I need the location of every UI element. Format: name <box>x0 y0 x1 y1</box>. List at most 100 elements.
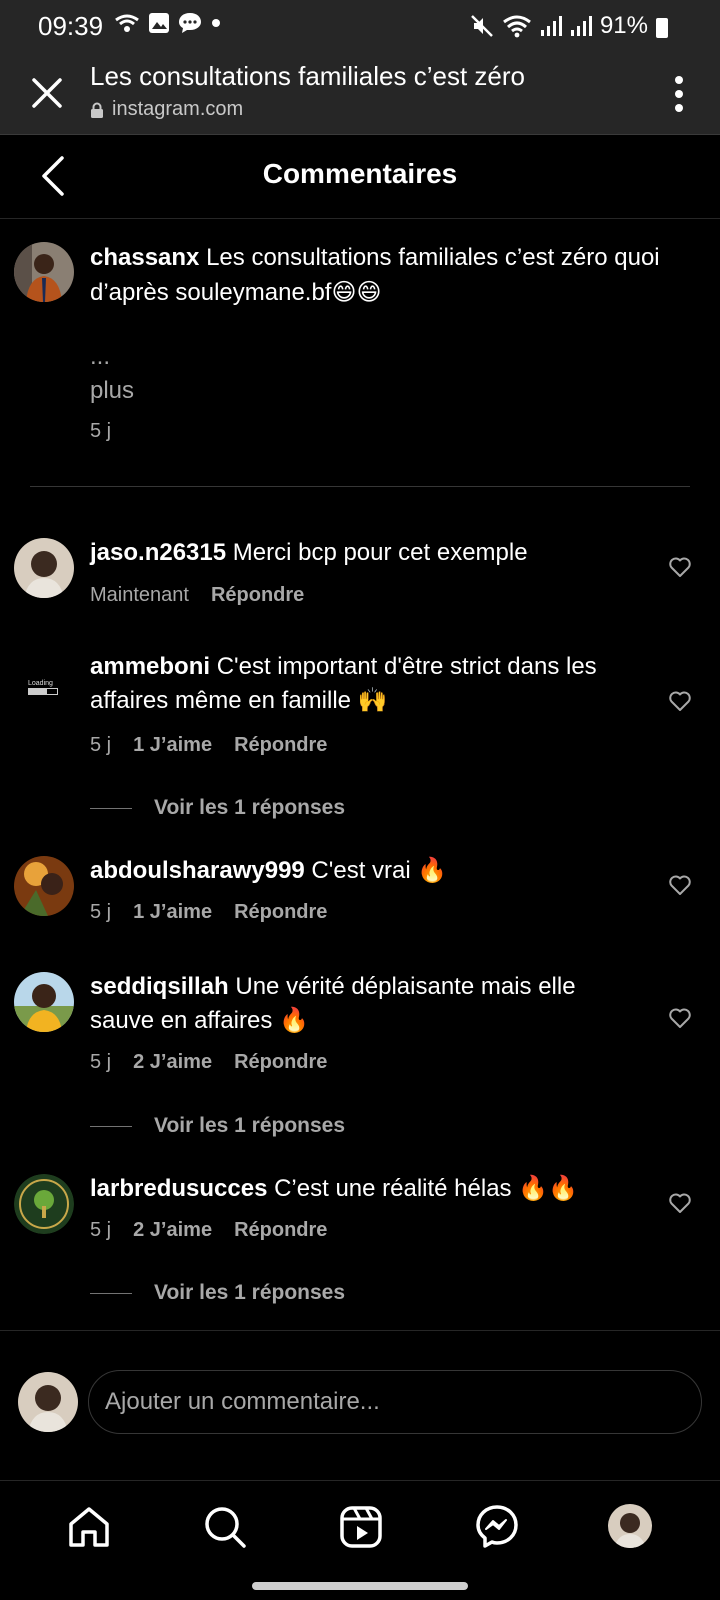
like-heart-icon[interactable] <box>668 690 692 712</box>
comment-meta: 5 j 1 J’aime Répondre <box>90 901 349 924</box>
likes-count[interactable]: 2 J’aime <box>133 1219 212 1242</box>
comment-text: seddiqsillah Une vérité déplaisante mais… <box>90 970 640 1038</box>
page-title: Commentaires <box>262 158 458 189</box>
search-icon[interactable] <box>202 1504 248 1550</box>
username[interactable]: seddiqsillah <box>90 973 229 1000</box>
home-indicator[interactable] <box>252 1582 468 1590</box>
likes-count[interactable]: 1 J’aime <box>133 734 212 757</box>
close-icon[interactable] <box>26 72 68 114</box>
messenger-icon[interactable] <box>474 1504 520 1550</box>
likes-count[interactable]: 1 J’aime <box>133 901 212 924</box>
profile-avatar[interactable] <box>608 1504 652 1548</box>
comment-input[interactable] <box>88 1370 702 1434</box>
current-user-avatar <box>18 1372 78 1432</box>
comment-meta: Maintenant Répondre <box>90 584 326 607</box>
like-heart-icon[interactable] <box>668 1192 692 1214</box>
timestamp: 5 j <box>90 1219 112 1241</box>
reply-button[interactable]: Répondre <box>234 1051 327 1074</box>
username[interactable]: jaso.n26315 <box>90 539 226 566</box>
comment-text: larbredusucces C’est une réalité hélas 🔥… <box>90 1172 630 1206</box>
avatar-image <box>14 856 74 916</box>
avatar[interactable] <box>14 242 74 302</box>
wifi-call-icon <box>115 14 139 32</box>
avatar-image <box>18 1372 78 1432</box>
status-right: 91% <box>470 12 668 40</box>
replies-line <box>90 1292 132 1294</box>
avatar-loading-text: Loading <box>28 680 53 687</box>
lock-icon <box>91 102 103 118</box>
timestamp: 5 j <box>90 901 112 923</box>
username[interactable]: larbredusucces <box>90 1175 267 1202</box>
message-icon <box>179 13 201 33</box>
username[interactable]: ammeboni <box>90 653 210 680</box>
dot-icon <box>212 19 220 27</box>
loading-bar <box>28 688 58 695</box>
caption-ellipsis: ... <box>90 343 111 370</box>
divider <box>0 1480 720 1481</box>
like-heart-icon[interactable] <box>668 556 692 578</box>
comment-body: C'est vrai 🔥 <box>304 857 448 884</box>
browser-page-title: Les consultations familiales c’est zéro <box>90 61 525 91</box>
reply-button[interactable]: Répondre <box>234 734 327 757</box>
avatar-image <box>14 1174 74 1234</box>
reply-button[interactable]: Répondre <box>234 1219 327 1242</box>
url-text: instagram.com <box>112 98 244 120</box>
comment-text: abdoulsharawy999 C'est vrai 🔥 <box>90 854 630 888</box>
divider <box>0 1330 720 1331</box>
reply-button[interactable]: Répondre <box>211 584 304 607</box>
battery-icon <box>656 18 668 38</box>
status-left-icons <box>114 12 222 34</box>
avatar[interactable] <box>14 972 74 1032</box>
like-heart-icon[interactable] <box>668 874 692 896</box>
more-link[interactable]: plus <box>90 377 134 405</box>
view-replies-button[interactable]: Voir les 1 réponses <box>90 1114 345 1138</box>
replies-line <box>90 807 132 809</box>
avatar-image <box>14 538 74 598</box>
timestamp: 5 j <box>90 734 112 756</box>
signal-icon <box>570 16 592 36</box>
avatar[interactable] <box>14 1174 74 1234</box>
likes-count[interactable]: 2 J’aime <box>133 1051 212 1074</box>
comment-body: C’est une réalité hélas 🔥🔥 <box>267 1175 578 1202</box>
view-replies-button[interactable]: Voir les 1 réponses <box>90 1281 345 1305</box>
caption-text: chassanx Les consultations familiales c’… <box>90 240 714 310</box>
view-replies-label: Voir les 1 réponses <box>154 796 346 819</box>
mute-icon <box>471 15 493 37</box>
username[interactable]: chassanx <box>90 244 199 271</box>
divider <box>30 486 690 487</box>
status-bar: 09:39 91% <box>0 0 720 52</box>
wifi-icon <box>503 15 531 38</box>
browser-toolbar: Les consultations familiales c’est zéro … <box>0 52 720 135</box>
battery-percentage: 91% <box>599 12 648 39</box>
like-heart-icon[interactable] <box>668 1007 692 1029</box>
view-replies-button[interactable]: Voir les 1 réponses <box>90 796 345 820</box>
username[interactable]: abdoulsharawy999 <box>90 857 305 884</box>
avatar[interactable]: Loading <box>28 680 62 695</box>
status-time: 09:39 <box>38 11 104 41</box>
comment-meta: 5 j 2 J’aime Répondre <box>90 1219 349 1242</box>
reels-icon[interactable] <box>338 1504 384 1550</box>
browser-url[interactable]: instagram.com <box>90 98 243 121</box>
gallery-icon <box>149 13 169 33</box>
view-replies-label: Voir les 1 réponses <box>154 1281 346 1304</box>
avatar[interactable] <box>14 856 74 916</box>
timestamp: 5 j <box>90 1051 112 1073</box>
comment-body: Merci bcp pour cet exemple <box>226 539 528 566</box>
more-options-icon[interactable] <box>672 72 686 116</box>
timestamp: 5 j <box>90 420 112 442</box>
replies-line <box>90 1125 132 1127</box>
avatar-image <box>608 1504 652 1548</box>
comments-header: Commentaires <box>0 134 720 219</box>
avatar-image <box>14 972 74 1032</box>
comment-text: jaso.n26315 Merci bcp pour cet exemple <box>90 536 630 570</box>
comment-meta: 5 j 1 J’aime Répondre <box>90 734 349 757</box>
timestamp: Maintenant <box>90 584 189 606</box>
comment-meta: 5 j 2 J’aime Répondre <box>90 1051 349 1074</box>
avatar[interactable] <box>14 538 74 598</box>
signal-icon <box>540 16 562 36</box>
view-replies-label: Voir les 1 réponses <box>154 1114 346 1137</box>
avatar-image <box>14 242 74 302</box>
reply-button[interactable]: Répondre <box>234 901 327 924</box>
comment-text: ammeboni C'est important d'être strict d… <box>90 650 640 718</box>
home-icon[interactable] <box>66 1504 112 1550</box>
